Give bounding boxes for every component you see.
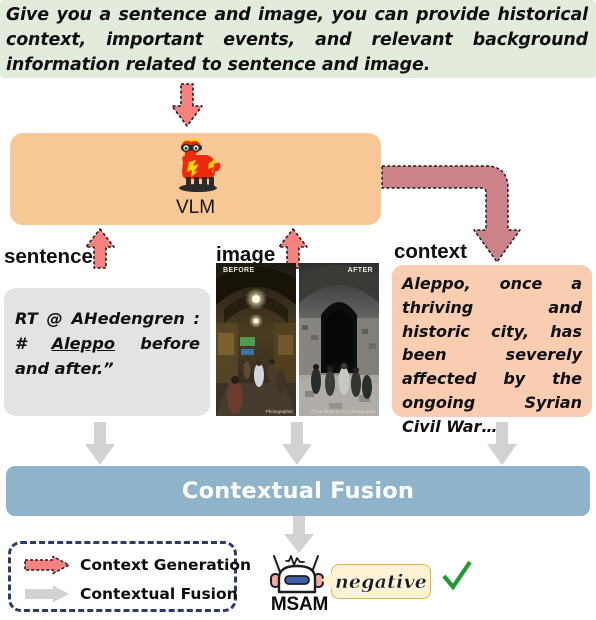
contextual-fusion-label: Contextual Fusion bbox=[181, 478, 415, 504]
vlm-label: VLM bbox=[175, 197, 216, 218]
context-text: Aleppo, once a thriving and historic cit… bbox=[402, 274, 582, 436]
sentence-text: RT @ AHedengren : # Aleppo before and af… bbox=[15, 306, 200, 381]
vlm-box: VLM bbox=[10, 133, 381, 225]
arrow-fusion-to-msam-icon bbox=[284, 516, 314, 553]
sentiment-label: negative bbox=[334, 570, 428, 593]
msam-label: MSAM bbox=[270, 594, 329, 615]
legend-label-contextual-fusion: Contextual Fusion bbox=[80, 584, 238, 603]
robot-icon bbox=[268, 552, 326, 596]
photo-caption-after: AFTER bbox=[347, 267, 373, 274]
sentiment-bubble: negative bbox=[321, 564, 431, 599]
legend-item-contextual-fusion: Contextual Fusion bbox=[23, 579, 238, 608]
red-dashed-arrow-icon bbox=[24, 555, 70, 574]
context-label: context bbox=[394, 240, 467, 263]
arrow-context-to-fusion-icon bbox=[487, 422, 517, 465]
photo-credit-after: Photo taken by the photographer bbox=[310, 409, 376, 414]
arrow-instruction-to-vlm-icon bbox=[171, 83, 203, 127]
context-box: Aleppo, once a thriving and historic cit… bbox=[392, 265, 592, 436]
llama-icon bbox=[165, 136, 227, 194]
legend-label-context-generation: Context Generation bbox=[80, 555, 252, 574]
legend-item-context-generation: Context Generation bbox=[23, 550, 251, 579]
photo-credit-before: Photographer bbox=[265, 409, 293, 414]
green-check-icon bbox=[442, 560, 472, 591]
sentence-label: sentence bbox=[4, 245, 93, 268]
arrow-sentence-to-fusion-icon bbox=[85, 422, 115, 465]
image-pair: BEFORE Photographer AFTER Photo taken by… bbox=[216, 263, 379, 416]
arrow-sentence-to-vlm-icon bbox=[85, 228, 115, 269]
sentence-entity-link[interactable]: Aleppo bbox=[52, 334, 115, 353]
instruction-banner: Give you a sentence and image, you can p… bbox=[0, 0, 596, 78]
instruction-text: Give you a sentence and image, you can p… bbox=[6, 5, 588, 75]
legend: Context Generation Contextual Fusion bbox=[8, 541, 251, 612]
photo-before: BEFORE Photographer bbox=[216, 263, 296, 416]
gray-arrow-icon bbox=[25, 585, 69, 602]
sentence-box: RT @ AHedengren : # Aleppo before and af… bbox=[4, 288, 210, 416]
photo-after: AFTER Photo taken by the photographer bbox=[299, 263, 379, 416]
contextual-fusion-bar: Contextual Fusion bbox=[6, 466, 590, 516]
photo-caption-before: BEFORE bbox=[223, 267, 255, 274]
arrow-image-to-fusion-icon bbox=[282, 422, 312, 465]
